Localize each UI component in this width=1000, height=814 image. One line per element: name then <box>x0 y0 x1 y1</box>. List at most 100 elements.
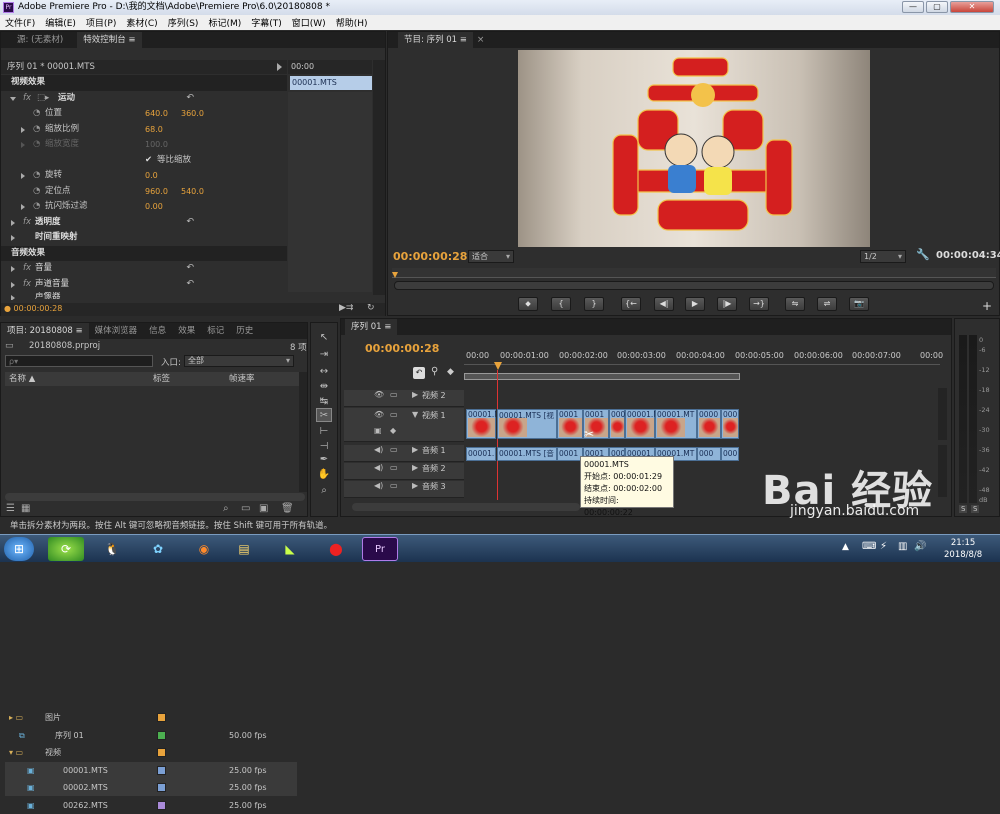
display-style-icon[interactable]: ▣ <box>374 426 382 435</box>
tab-markers[interactable]: 标记 <box>201 323 230 339</box>
go-to-in-button[interactable]: {← <box>621 297 641 311</box>
qq-icon[interactable]: 🐧 <box>94 537 130 561</box>
network-icon[interactable]: ▥ <box>898 541 907 552</box>
reset-opacity-icon[interactable]: ↶ <box>186 215 194 230</box>
eye-icon[interactable]: 👁 <box>374 410 384 419</box>
premiere-taskbar-icon[interactable]: Pr <box>362 537 398 561</box>
anchor-x-value[interactable]: 960.0 <box>145 184 168 199</box>
project-search-input[interactable] <box>5 355 153 367</box>
marker-button[interactable]: ⬥ <box>518 297 538 311</box>
lock-icon[interactable]: ▭ <box>390 390 398 399</box>
program-playhead-icon[interactable] <box>392 272 398 278</box>
video-clip[interactable]: 000 <box>609 409 625 439</box>
reset-volume-icon[interactable]: ↶ <box>186 261 194 276</box>
tab-effect-controls[interactable]: 特效控制台 ≡ <box>77 32 142 48</box>
panner-row[interactable]: 声像器 <box>1 292 287 300</box>
project-row[interactable]: ⧉ 序列 01 50.00 fps <box>5 727 297 744</box>
menu-title[interactable]: 字幕(T) <box>246 16 287 29</box>
solo-left-button[interactable]: S <box>959 505 968 513</box>
label-color-swatch[interactable] <box>157 801 166 810</box>
project-row[interactable]: ▾ ▭ 视频 <box>5 744 297 761</box>
volume-row[interactable]: fx 音量 ↶ <box>1 261 287 277</box>
expand-triangle-icon[interactable] <box>21 173 25 179</box>
expand-triangle-icon[interactable] <box>11 281 15 288</box>
play-only-audio-icon[interactable]: ▶⇉ <box>339 303 353 313</box>
rate-stretch-tool-icon[interactable]: ↹ <box>316 395 332 409</box>
expand-triangle-icon[interactable] <box>11 266 15 272</box>
fx-icon[interactable]: fx <box>23 215 31 230</box>
label-color-swatch[interactable] <box>157 713 166 722</box>
program-time-ruler[interactable] <box>392 268 996 278</box>
stopwatch-icon[interactable]: ◔ <box>33 122 40 137</box>
speaker-icon[interactable]: ◀) <box>374 445 383 454</box>
tab-effects[interactable]: 效果 <box>172 323 201 339</box>
firefox-icon[interactable]: ◉ <box>186 537 222 561</box>
playhead-icon[interactable] <box>494 362 502 370</box>
menu-edit[interactable]: 编辑(E) <box>40 16 81 29</box>
label-color-swatch[interactable] <box>157 765 166 775</box>
tab-sequence-01[interactable]: 序列 01 ≡ <box>345 319 398 335</box>
label-color-swatch[interactable] <box>157 748 166 758</box>
selection-tool-icon[interactable]: ↖ <box>316 331 332 345</box>
channel-volume-row[interactable]: fx 声道音量 ↶ <box>1 277 287 293</box>
lock-icon[interactable]: ▭ <box>390 445 398 454</box>
new-item-icon[interactable]: ▣ <box>259 503 268 514</box>
list-view-icon[interactable]: ☰ <box>6 503 15 514</box>
video-tracks-scrollbar[interactable] <box>938 388 947 440</box>
power-icon[interactable]: ⚡ <box>880 541 887 552</box>
export-frame-button[interactable]: 📷 <box>849 297 869 311</box>
expand-triangle-icon[interactable] <box>21 126 25 133</box>
set-marker-icon[interactable]: ◆ <box>447 367 454 377</box>
audio-clip[interactable]: 00001.M <box>466 447 496 461</box>
stopwatch-icon[interactable]: ◔ <box>33 199 40 214</box>
expand-triangle-icon[interactable] <box>11 235 15 241</box>
browser-360-icon[interactable]: ⟳ <box>48 537 84 561</box>
record-app-icon[interactable]: ⬤ <box>318 537 354 561</box>
speaker-icon[interactable]: ◀) <box>374 463 383 472</box>
slide-tool-icon[interactable]: ⊣ <box>316 440 332 454</box>
effects-scrollbar[interactable] <box>373 60 385 295</box>
resolution-dropdown[interactable]: 1/2 ▾ <box>860 250 906 263</box>
expand-triangle-icon[interactable] <box>11 295 15 300</box>
track-header-video1[interactable]: 👁 ▭ ▼ 视频 1 ▣ ◆ <box>344 408 464 442</box>
timeline-zoom-scrollbar[interactable] <box>352 503 580 511</box>
menu-help[interactable]: 帮助(H) <box>331 16 373 29</box>
toggle-loop-icon[interactable]: ↻ <box>367 303 375 313</box>
new-bin-icon[interactable]: ▭ <box>241 503 250 514</box>
menu-file[interactable]: 文件(F) <box>0 16 40 29</box>
media-player-icon[interactable]: ✿ <box>140 537 176 561</box>
snap-icon[interactable]: ↶ <box>413 367 425 379</box>
video-clip[interactable]: 000 <box>721 409 739 439</box>
hand-tool-icon[interactable]: ✋ <box>316 468 332 482</box>
fx-icon[interactable]: fx <box>23 91 31 106</box>
ripple-edit-tool-icon[interactable]: ↔ <box>316 365 332 379</box>
video-clip[interactable]: 0001 <box>557 409 583 439</box>
stopwatch-icon[interactable]: ◔ <box>33 106 40 121</box>
add-marker-icon[interactable]: ⚲ <box>431 366 438 377</box>
fx-icon[interactable]: fx <box>23 277 31 292</box>
position-y-value[interactable]: 360.0 <box>181 106 204 121</box>
tab-media-browser[interactable]: 媒体浏览器 <box>89 323 144 339</box>
zoom-tool-icon[interactable]: ⌕ <box>316 484 332 498</box>
menu-sequence[interactable]: 序列(S) <box>163 16 204 29</box>
step-back-button[interactable]: ◀| <box>654 297 674 311</box>
close-tab-icon[interactable]: × <box>477 35 485 45</box>
column-name-header[interactable]: 名称 ▲ <box>9 372 35 386</box>
motion-row[interactable]: fx ⬚▸ 运动 ↶ <box>1 91 287 107</box>
expand-triangle-icon[interactable] <box>10 96 16 101</box>
lift-button[interactable]: ⇋ <box>785 297 805 311</box>
flicker-value[interactable]: 0.00 <box>145 199 163 214</box>
tray-icon[interactable]: ⌨ <box>862 541 876 552</box>
uniform-scale-checkbox[interactable]: ✔ <box>145 153 152 168</box>
volume-icon[interactable]: 🔊 <box>914 541 926 552</box>
reset-motion-icon[interactable]: ↶ <box>186 91 194 106</box>
track-header-video2[interactable]: 👁 ▭ ▶ 视频 2 <box>344 390 464 407</box>
expand-track-icon[interactable]: ▶ <box>412 463 418 472</box>
lock-icon[interactable]: ▭ <box>390 463 398 472</box>
play-audio-icon[interactable] <box>277 63 282 71</box>
icon-view-icon[interactable]: ▦ <box>21 503 30 514</box>
expand-track-icon[interactable]: ▶ <box>412 445 418 454</box>
tab-program[interactable]: 节目: 序列 01 ≡ <box>398 32 473 48</box>
add-button-icon[interactable]: + <box>982 299 992 313</box>
project-row[interactable]: ▣ 00002.MTS 25.00 fps <box>5 779 297 797</box>
